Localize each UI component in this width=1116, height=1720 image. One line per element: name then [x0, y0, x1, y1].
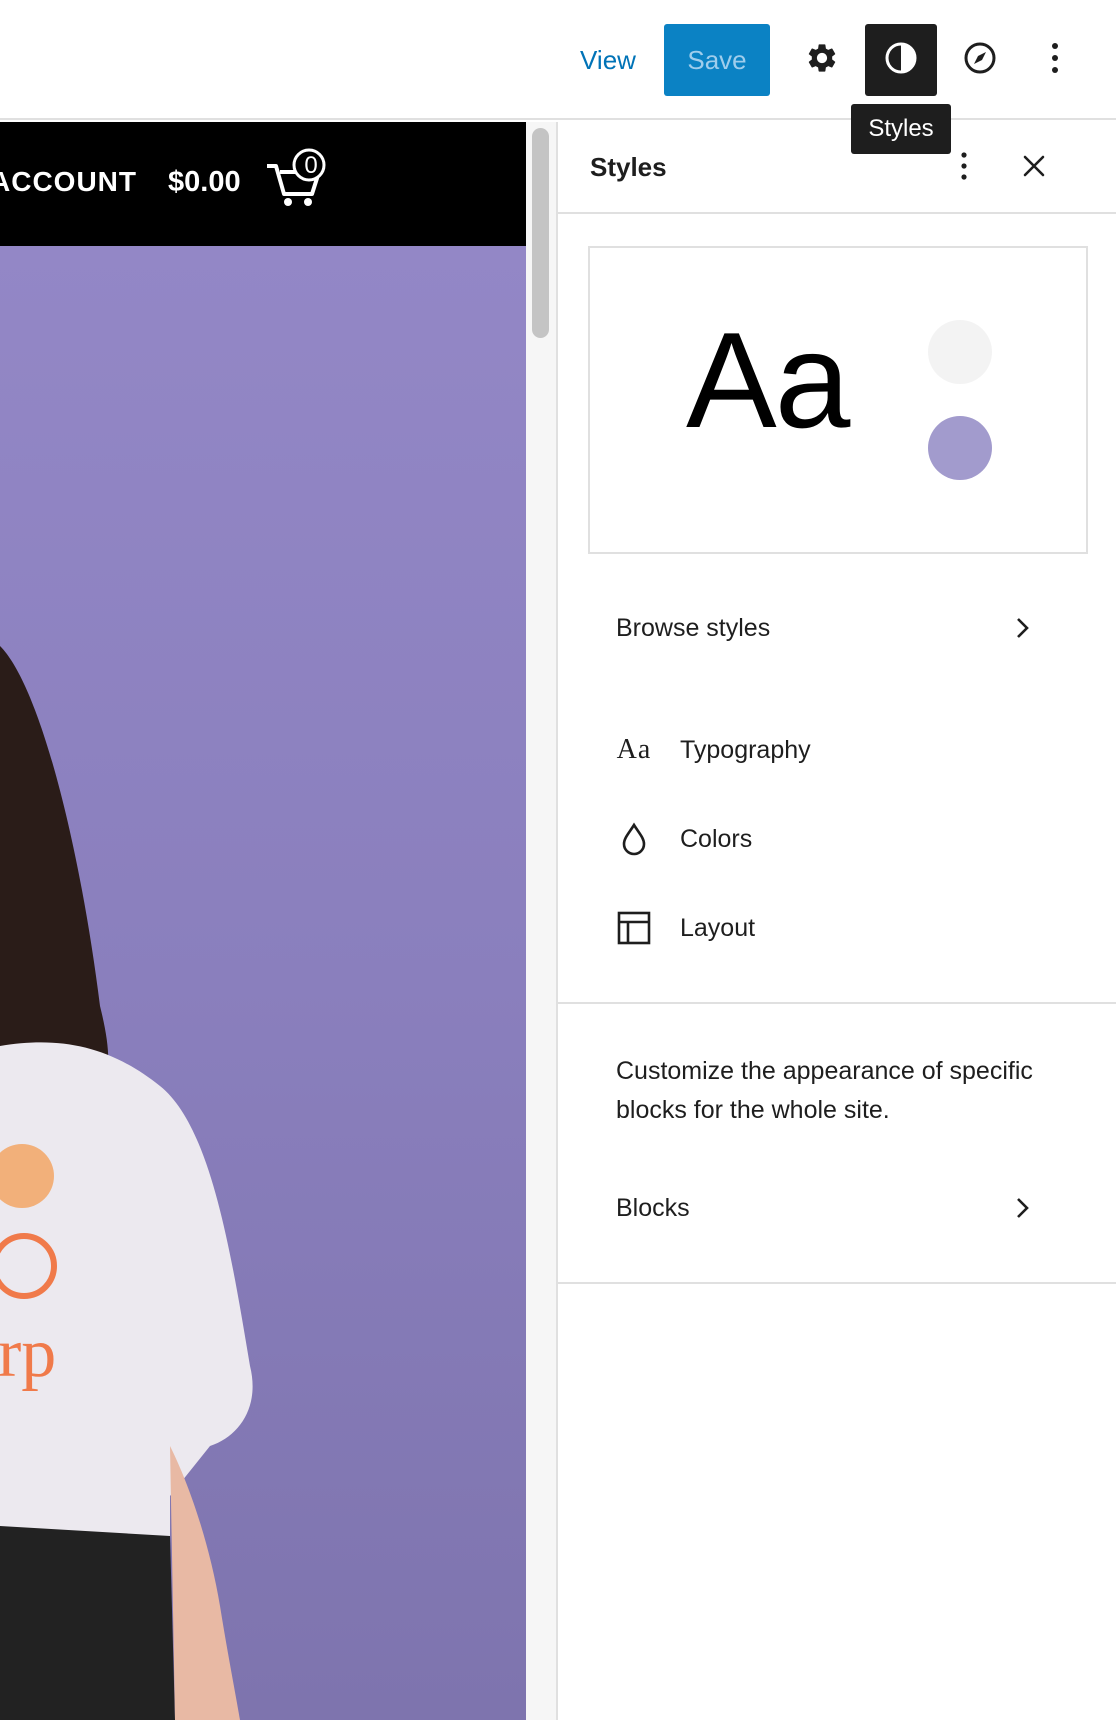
canvas-scroll-thumb[interactable]: [532, 128, 549, 338]
blocks-button[interactable]: Blocks: [588, 1172, 1088, 1244]
blocks-label: Blocks: [616, 1193, 690, 1222]
cart-count-badge: 0: [304, 152, 318, 179]
preview-swatch-accent: [928, 416, 992, 480]
gear-icon: [805, 41, 839, 80]
chevron-right-icon: [1008, 614, 1036, 647]
preview-swatch-light: [928, 320, 992, 384]
contrast-icon: [883, 40, 919, 81]
cart-total[interactable]: $0.00: [168, 166, 241, 199]
more-vertical-icon: [960, 151, 968, 186]
editor-toolbar: View Save: [0, 0, 1116, 120]
layout-label: Layout: [680, 913, 756, 942]
colors-label: Colors: [680, 824, 753, 853]
sidebar-title: Styles: [590, 152, 667, 182]
close-icon: [1023, 155, 1045, 182]
compass-icon: [962, 40, 998, 81]
droplet-icon: [614, 819, 654, 859]
browse-styles-button[interactable]: Browse styles: [588, 592, 1088, 664]
colors-item[interactable]: Colors: [588, 803, 1088, 875]
preview-sample-text: Aa: [686, 304, 850, 456]
view-button[interactable]: View: [560, 24, 656, 96]
svg-text:rp: rp: [0, 1315, 56, 1392]
navigation-button[interactable]: [944, 24, 1016, 96]
site-header: ACCOUNT $0.00 0: [0, 122, 526, 246]
section-divider: [558, 1002, 1116, 1004]
chevron-right-icon: [1008, 1194, 1036, 1227]
model-photo: rp: [0, 646, 253, 1720]
style-preview[interactable]: Aa: [588, 246, 1088, 554]
options-button[interactable]: [1024, 24, 1086, 96]
typography-icon: Aa: [616, 734, 652, 765]
settings-button[interactable]: [786, 24, 858, 96]
styles-button[interactable]: [865, 24, 937, 96]
editor-canvas[interactable]: ACCOUNT $0.00 0 rp: [0, 122, 526, 1720]
blocks-description: Customize the appearance of specific blo…: [616, 1057, 1033, 1124]
account-link[interactable]: ACCOUNT: [0, 166, 137, 198]
canvas-scrollbar[interactable]: [526, 122, 556, 1720]
layout-icon: [614, 908, 654, 948]
close-sidebar-button[interactable]: [1008, 142, 1060, 194]
layout-item[interactable]: Layout: [588, 892, 1088, 964]
styles-sidebar: Styles Aa Browse styles Aa Typography Co…: [558, 122, 1116, 1720]
sidebar-header: Styles: [558, 122, 1116, 214]
browse-styles-label: Browse styles: [616, 613, 771, 642]
hero-image: rp: [0, 246, 526, 1720]
more-vertical-icon: [1050, 40, 1060, 81]
typography-item[interactable]: Aa Typography: [588, 714, 1088, 786]
section-divider: [558, 1282, 1116, 1284]
typography-label: Typography: [680, 735, 811, 764]
save-button[interactable]: Save: [664, 24, 770, 96]
styles-tooltip: Styles: [851, 104, 951, 154]
